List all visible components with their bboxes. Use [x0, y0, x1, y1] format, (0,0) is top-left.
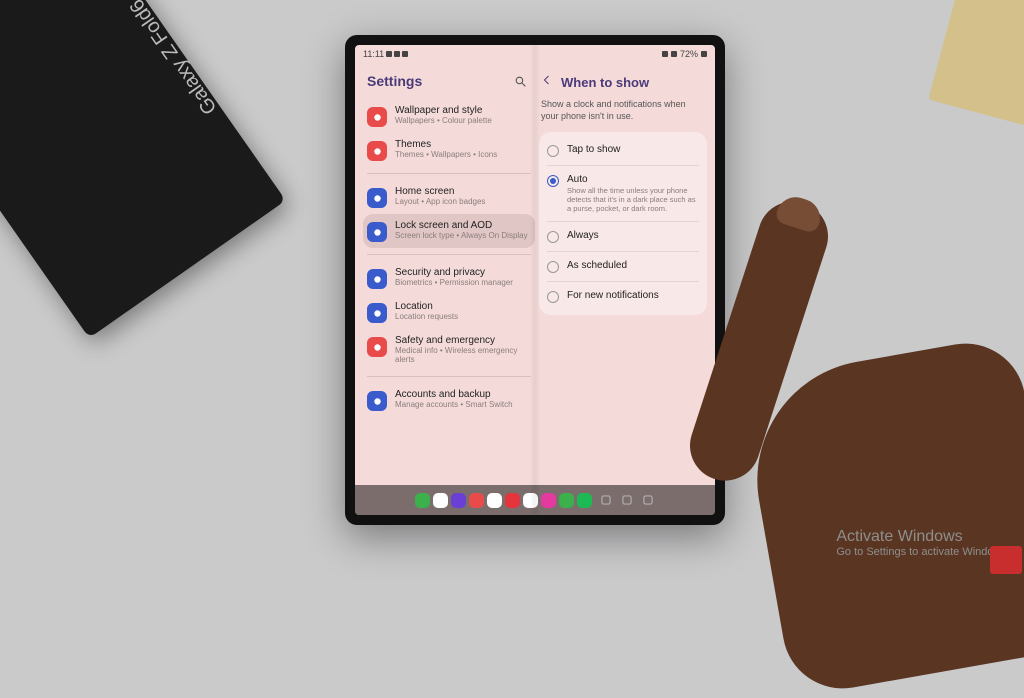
settings-item[interactable]: Lock screen and AODScreen lock type • Al…: [363, 214, 535, 248]
radio-title: Tap to show: [567, 144, 620, 155]
setting-subtitle: Layout • App icon badges: [395, 197, 485, 206]
divider: [367, 254, 531, 255]
battery-icon: [701, 51, 707, 57]
dock-app-icon[interactable]: [433, 493, 448, 508]
radio-option[interactable]: For new notifications: [547, 282, 699, 311]
detail-title: When to show: [561, 75, 649, 90]
radio-title: For new notifications: [567, 290, 659, 301]
setting-title: Security and privacy: [395, 267, 513, 278]
divider: [367, 173, 531, 174]
setting-title: Lock screen and AOD: [395, 220, 528, 231]
dock-app-icon[interactable]: [451, 493, 466, 508]
setting-icon: [367, 107, 387, 127]
setting-subtitle: Screen lock type • Always On Display: [395, 231, 528, 240]
dock-app-icon[interactable]: [505, 493, 520, 508]
app-dock: [355, 485, 715, 515]
radio-button-icon: [547, 291, 559, 303]
search-icon[interactable]: [514, 75, 527, 88]
dock-app-icon[interactable]: [541, 493, 556, 508]
setting-icon: [367, 269, 387, 289]
nav-recent-button[interactable]: [599, 493, 613, 507]
settings-item[interactable]: Safety and emergencyMedical info • Wirel…: [363, 329, 535, 370]
divider: [367, 376, 531, 377]
nav-back-button[interactable]: [641, 493, 655, 507]
signal-icon: [671, 51, 677, 57]
radio-option[interactable]: Tap to show: [547, 136, 699, 166]
settings-title: Settings: [367, 73, 422, 89]
nav-home-button[interactable]: [620, 493, 634, 507]
product-box-prop: [0, 0, 286, 338]
status-dot-icon: [386, 51, 392, 57]
setting-subtitle: Manage accounts • Smart Switch: [395, 400, 513, 409]
status-dot-icon: [402, 51, 408, 57]
settings-item[interactable]: Home screenLayout • App icon badges: [363, 180, 535, 214]
radio-option[interactable]: AutoShow all the time unless your phone …: [547, 166, 699, 222]
settings-item[interactable]: Accounts and backupManage accounts • Sma…: [363, 383, 535, 417]
setting-title: Accounts and backup: [395, 389, 513, 400]
status-time: 11:11: [363, 49, 384, 59]
setting-icon: [367, 222, 387, 242]
radio-title: As scheduled: [567, 260, 627, 271]
settings-item[interactable]: ThemesThemes • Wallpapers • Icons: [363, 133, 535, 167]
setting-title: Safety and emergency: [395, 335, 531, 346]
radio-button-icon: [547, 145, 559, 157]
dock-app-icon[interactable]: [577, 493, 592, 508]
watermark-title: Activate Windows: [836, 528, 1010, 546]
dock-app-icon[interactable]: [487, 493, 502, 508]
radio-option[interactable]: As scheduled: [547, 252, 699, 282]
setting-subtitle: Themes • Wallpapers • Icons: [395, 150, 497, 159]
setting-icon: [367, 303, 387, 323]
radio-button-icon: [547, 261, 559, 273]
channel-logo: [990, 546, 1022, 574]
settings-pane: Settings Wallpaper and styleWallpapers •…: [355, 63, 535, 485]
dock-app-icon[interactable]: [469, 493, 484, 508]
detail-pane: When to show Show a clock and notificati…: [535, 63, 715, 485]
back-icon[interactable]: [541, 73, 553, 91]
battery-text: 72%: [680, 49, 698, 59]
setting-icon: [367, 188, 387, 208]
wood-block-prop: [928, 0, 1024, 136]
radio-button-icon: [547, 231, 559, 243]
setting-title: Wallpaper and style: [395, 105, 492, 116]
setting-subtitle: Biometrics • Permission manager: [395, 278, 513, 287]
setting-title: Themes: [395, 139, 497, 150]
activate-windows-watermark: Activate Windows Go to Settings to activ…: [836, 528, 1010, 558]
radio-option[interactable]: Always: [547, 222, 699, 252]
settings-item[interactable]: Security and privacyBiometrics • Permiss…: [363, 261, 535, 295]
device-frame: 11:11 72% Settings W: [345, 35, 725, 525]
setting-icon: [367, 141, 387, 161]
split-panes: Settings Wallpaper and styleWallpapers •…: [355, 63, 715, 485]
detail-description: Show a clock and notifications when your…: [539, 99, 707, 132]
dock-app-icon[interactable]: [559, 493, 574, 508]
radio-subtitle: Show all the time unless your phone dete…: [567, 186, 699, 213]
settings-item[interactable]: LocationLocation requests: [363, 295, 535, 329]
setting-title: Home screen: [395, 186, 485, 197]
setting-title: Location: [395, 301, 458, 312]
status-dot-icon: [394, 51, 400, 57]
settings-list: Wallpaper and styleWallpapers • Colour p…: [363, 99, 535, 417]
settings-item[interactable]: Wallpaper and styleWallpapers • Colour p…: [363, 99, 535, 133]
dock-app-icon[interactable]: [415, 493, 430, 508]
radio-title: Auto: [567, 174, 699, 185]
setting-icon: [367, 337, 387, 357]
dock-app-icon[interactable]: [523, 493, 538, 508]
watermark-sub: Go to Settings to activate Windows.: [836, 546, 1010, 558]
radio-title: Always: [567, 230, 599, 241]
radio-button-icon: [547, 175, 559, 187]
setting-icon: [367, 391, 387, 411]
device-screen: 11:11 72% Settings W: [355, 45, 715, 515]
setting-subtitle: Wallpapers • Colour palette: [395, 116, 492, 125]
radio-group-card: Tap to show AutoShow all the time unless …: [539, 132, 707, 315]
setting-subtitle: Location requests: [395, 312, 458, 321]
setting-subtitle: Medical info • Wireless emergency alerts: [395, 346, 531, 364]
wifi-icon: [662, 51, 668, 57]
status-bar: 11:11 72%: [355, 45, 715, 63]
